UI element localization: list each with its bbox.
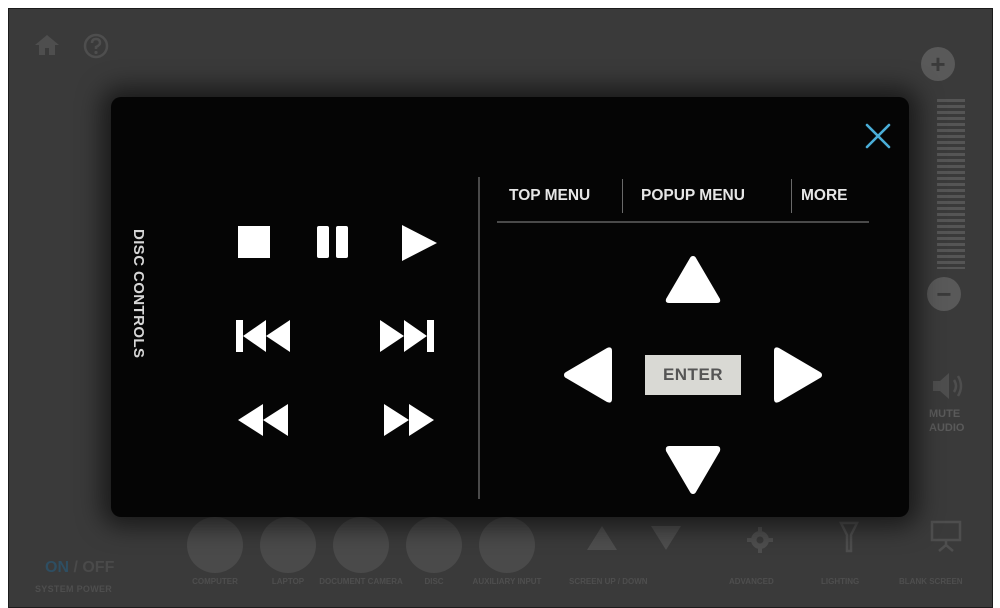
stop-icon bbox=[238, 226, 270, 258]
lighting-label: LIGHTING bbox=[821, 577, 860, 586]
close-icon bbox=[865, 123, 891, 149]
popup-menu-button[interactable]: POPUP MENU bbox=[641, 179, 745, 213]
navigate-up-button[interactable] bbox=[663, 253, 723, 305]
more-button[interactable]: MORE bbox=[801, 179, 848, 213]
disc-controls-modal: DISC CONTROLS TOP MENU POPUP MENU MORE E… bbox=[111, 97, 909, 517]
skip-back-icon bbox=[236, 320, 290, 352]
rewind-button[interactable] bbox=[237, 403, 289, 437]
play-icon bbox=[402, 225, 437, 261]
fast-forward-button[interactable] bbox=[383, 403, 435, 437]
section-title-container: DISC CONTROLS bbox=[125, 229, 147, 399]
navigate-down-button[interactable] bbox=[663, 443, 723, 497]
advanced-label: ADVANCED bbox=[729, 577, 774, 586]
help-icon[interactable] bbox=[83, 33, 109, 59]
screen-down-icon[interactable] bbox=[649, 524, 683, 557]
source-disc-button[interactable] bbox=[406, 517, 462, 573]
power-off-label: OFF bbox=[82, 559, 115, 576]
top-menu-button[interactable]: TOP MENU bbox=[509, 179, 590, 213]
navigate-left-button[interactable] bbox=[561, 345, 615, 405]
pause-button[interactable] bbox=[315, 225, 351, 259]
volume-level-bars bbox=[937, 99, 965, 269]
system-power-toggle[interactable]: ON / OFF bbox=[45, 559, 114, 577]
source-document-camera-button[interactable] bbox=[333, 517, 389, 573]
arrow-down-icon bbox=[665, 446, 721, 494]
system-power-label: SYSTEM POWER bbox=[35, 584, 113, 594]
mute-audio-button[interactable]: MUTE AUDIO bbox=[929, 369, 989, 434]
arrow-left-icon bbox=[564, 347, 612, 403]
volume-up-button[interactable]: + bbox=[921, 47, 955, 81]
menu-separator bbox=[622, 179, 623, 213]
skip-back-button[interactable] bbox=[235, 319, 291, 353]
section-title: DISC CONTROLS bbox=[130, 229, 147, 359]
menu-bar: TOP MENU POPUP MENU MORE bbox=[497, 179, 871, 213]
source-computer-button[interactable] bbox=[187, 517, 243, 573]
close-button[interactable] bbox=[863, 121, 893, 151]
pause-icon bbox=[317, 226, 348, 258]
power-on-label: ON bbox=[45, 559, 69, 576]
mute-audio-label: MUTE AUDIO bbox=[929, 408, 965, 434]
stop-button[interactable] bbox=[237, 225, 271, 259]
menu-separator bbox=[791, 179, 792, 213]
skip-forward-icon bbox=[380, 320, 434, 352]
power-separator: / bbox=[69, 559, 83, 576]
blank-screen-icon[interactable] bbox=[929, 519, 963, 558]
menu-divider bbox=[497, 221, 869, 223]
arrow-up-icon bbox=[665, 256, 721, 303]
fast-forward-icon bbox=[384, 404, 434, 436]
enter-button[interactable]: ENTER bbox=[645, 355, 741, 395]
volume-down-button[interactable]: − bbox=[927, 277, 961, 311]
source-auxiliary-input-label: AUXILIARY INPUT bbox=[472, 577, 542, 586]
vertical-divider bbox=[478, 177, 480, 499]
touch-panel-screen: + − MUTE AUDIO ON / OFF SYSTEM POWER COM… bbox=[8, 8, 993, 608]
arrow-right-icon bbox=[774, 347, 822, 403]
rewind-icon bbox=[238, 404, 288, 436]
screen-up-down-label: SCREEN UP / DOWN bbox=[569, 577, 648, 586]
gear-icon[interactable] bbox=[745, 525, 775, 560]
lighting-icon[interactable] bbox=[837, 521, 861, 560]
skip-forward-button[interactable] bbox=[379, 319, 435, 353]
screen-up-icon[interactable] bbox=[585, 524, 619, 557]
play-button[interactable] bbox=[399, 223, 439, 263]
blank-screen-label: BLANK SCREEN bbox=[899, 577, 963, 586]
source-laptop-button[interactable] bbox=[260, 517, 316, 573]
home-icon[interactable] bbox=[33, 33, 61, 57]
navigate-right-button[interactable] bbox=[771, 345, 825, 405]
source-auxiliary-input-button[interactable] bbox=[479, 517, 535, 573]
speaker-icon bbox=[933, 373, 963, 399]
